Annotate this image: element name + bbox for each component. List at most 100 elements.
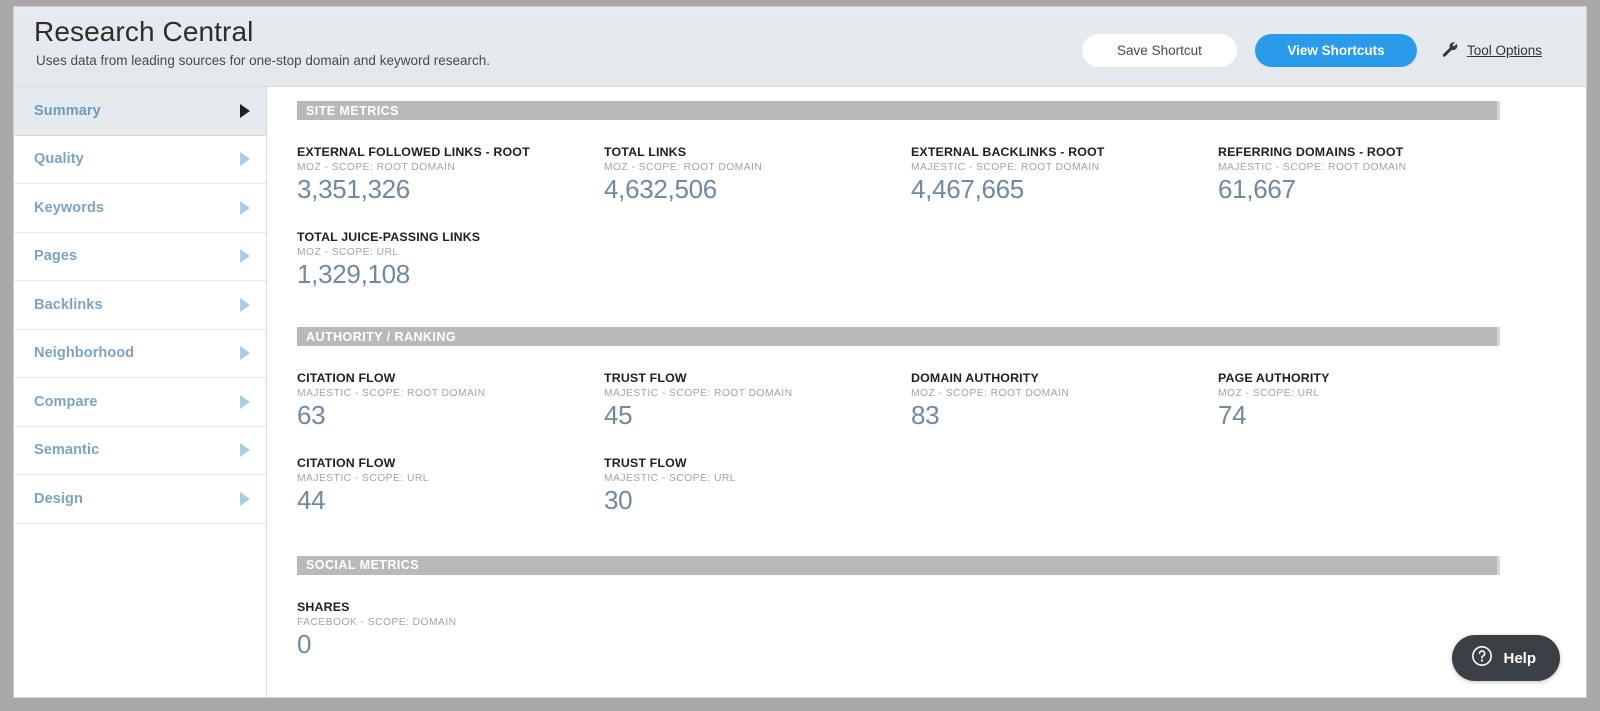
metric-card: TRUST FLOW MAJESTIC - SCOPE: URL 30 — [604, 456, 911, 516]
sidebar-item-label: Summary — [34, 103, 101, 119]
save-shortcut-button[interactable]: Save Shortcut — [1082, 34, 1237, 67]
metric-row: TOTAL JUICE-PASSING LINKS MOZ - SCOPE: U… — [297, 230, 1537, 290]
chevron-right-icon — [240, 395, 250, 409]
wrench-icon — [1441, 41, 1460, 60]
metric-source: MAJESTIC - SCOPE: ROOT DOMAIN — [297, 388, 604, 399]
metric-row: EXTERNAL FOLLOWED LINKS - ROOT MOZ - SCO… — [297, 145, 1537, 205]
tool-options-label: Tool Options — [1467, 43, 1542, 58]
metric-card: EXTERNAL FOLLOWED LINKS - ROOT MOZ - SCO… — [297, 145, 604, 205]
metric-label: PAGE AUTHORITY — [1218, 371, 1525, 385]
metric-value: 61,667 — [1218, 174, 1525, 205]
sidebar-item-label: Design — [34, 491, 83, 507]
metric-value: 45 — [604, 400, 911, 431]
view-shortcuts-button[interactable]: View Shortcuts — [1255, 34, 1417, 67]
metric-value: 0 — [297, 629, 604, 660]
metric-row: SHARES FACEBOOK - SCOPE: DOMAIN 0 — [297, 600, 1537, 660]
metric-value: 44 — [297, 485, 604, 516]
metric-source: MAJESTIC - SCOPE: ROOT DOMAIN — [911, 162, 1218, 173]
section-title: SOCIAL METRICS — [306, 558, 419, 572]
sidebar-item-compare[interactable]: Compare — [14, 378, 266, 427]
metric-label: TRUST FLOW — [604, 456, 911, 470]
metric-card: SHARES FACEBOOK - SCOPE: DOMAIN 0 — [297, 600, 604, 660]
metric-value: 1,329,108 — [297, 259, 604, 290]
metric-source: MAJESTIC - SCOPE: ROOT DOMAIN — [604, 388, 911, 399]
sidebar-item-label: Neighborhood — [34, 345, 134, 361]
chevron-right-icon — [240, 346, 250, 360]
page-header: Research Central Uses data from leading … — [14, 7, 1586, 87]
metric-source: MOZ - SCOPE: ROOT DOMAIN — [297, 162, 604, 173]
sidebar-navigation: Summary Quality Keywords Pages Backlinks… — [14, 87, 267, 697]
tool-options-link[interactable]: Tool Options — [1441, 41, 1542, 60]
metric-value: 3,351,326 — [297, 174, 604, 205]
sidebar-item-label: Semantic — [34, 442, 99, 458]
metric-card: DOMAIN AUTHORITY MOZ - SCOPE: ROOT DOMAI… — [911, 371, 1218, 431]
metric-card: TOTAL JUICE-PASSING LINKS MOZ - SCOPE: U… — [297, 230, 604, 290]
page-subtitle: Uses data from leading sources for one-s… — [36, 53, 490, 68]
sidebar-item-design[interactable]: Design — [14, 475, 266, 524]
chevron-right-icon — [240, 492, 250, 506]
chevron-right-icon — [240, 249, 250, 263]
metric-card: REFERRING DOMAINS - ROOT MAJESTIC - SCOP… — [1218, 145, 1525, 205]
metric-source: MOZ - SCOPE: URL — [297, 247, 604, 258]
sidebar-item-pages[interactable]: Pages — [14, 233, 266, 282]
question-circle-icon — [1471, 645, 1493, 672]
metric-value: 4,467,665 — [911, 174, 1218, 205]
sidebar-item-quality[interactable]: Quality — [14, 136, 266, 185]
metric-value: 63 — [297, 400, 604, 431]
sidebar-item-label: Quality — [34, 151, 84, 167]
sidebar-item-neighborhood[interactable]: Neighborhood — [14, 330, 266, 379]
sidebar-item-backlinks[interactable]: Backlinks — [14, 281, 266, 330]
metric-card: TRUST FLOW MAJESTIC - SCOPE: ROOT DOMAIN… — [604, 371, 911, 431]
metric-card: CITATION FLOW MAJESTIC - SCOPE: ROOT DOM… — [297, 371, 604, 431]
section-header-authority-ranking: AUTHORITY / RANKING — [297, 327, 1500, 346]
metric-label: TOTAL LINKS — [604, 145, 911, 159]
sidebar-item-semantic[interactable]: Semantic — [14, 427, 266, 476]
metric-source: MAJESTIC - SCOPE: URL — [604, 473, 911, 484]
metric-label: REFERRING DOMAINS - ROOT — [1218, 145, 1525, 159]
metric-source: MOZ - SCOPE: URL — [1218, 388, 1525, 399]
page-title: Research Central — [34, 16, 253, 48]
metric-label: DOMAIN AUTHORITY — [911, 371, 1218, 385]
help-button[interactable]: Help — [1452, 635, 1560, 681]
section-header-site-metrics: SITE METRICS — [297, 101, 1500, 120]
metric-label: EXTERNAL FOLLOWED LINKS - ROOT — [297, 145, 604, 159]
metric-source: MAJESTIC - SCOPE: ROOT DOMAIN — [1218, 162, 1525, 173]
chevron-right-icon — [240, 152, 250, 166]
metric-card: TOTAL LINKS MOZ - SCOPE: ROOT DOMAIN 4,6… — [604, 145, 911, 205]
metric-source: MOZ - SCOPE: ROOT DOMAIN — [911, 388, 1218, 399]
metric-value: 74 — [1218, 400, 1525, 431]
chevron-right-icon — [240, 443, 250, 457]
section-title: SITE METRICS — [306, 104, 399, 118]
chevron-right-icon — [240, 201, 250, 215]
sidebar-item-keywords[interactable]: Keywords — [14, 184, 266, 233]
metric-row: CITATION FLOW MAJESTIC - SCOPE: ROOT DOM… — [297, 371, 1537, 431]
chevron-right-icon — [240, 104, 250, 118]
metric-card: EXTERNAL BACKLINKS - ROOT MAJESTIC - SCO… — [911, 145, 1218, 205]
sidebar-item-label: Compare — [34, 394, 98, 410]
metric-label: CITATION FLOW — [297, 371, 604, 385]
sidebar-item-label: Pages — [34, 248, 77, 264]
metric-source: FACEBOOK - SCOPE: DOMAIN — [297, 617, 604, 628]
metric-value: 30 — [604, 485, 911, 516]
chevron-right-icon — [240, 298, 250, 312]
header-actions: Save Shortcut View Shortcuts Tool Option… — [1082, 34, 1542, 67]
metric-label: TRUST FLOW — [604, 371, 911, 385]
metric-source: MOZ - SCOPE: ROOT DOMAIN — [604, 162, 911, 173]
sidebar-item-label: Backlinks — [34, 297, 103, 313]
metric-card: CITATION FLOW MAJESTIC - SCOPE: URL 44 — [297, 456, 604, 516]
metric-label: EXTERNAL BACKLINKS - ROOT — [911, 145, 1218, 159]
metric-source: MAJESTIC - SCOPE: URL — [297, 473, 604, 484]
metric-value: 4,632,506 — [604, 174, 911, 205]
metric-card: PAGE AUTHORITY MOZ - SCOPE: URL 74 — [1218, 371, 1525, 431]
metrics-content: SITE METRICS EXTERNAL FOLLOWED LINKS - R… — [267, 87, 1586, 697]
body-container: Summary Quality Keywords Pages Backlinks… — [14, 87, 1586, 697]
help-label: Help — [1503, 650, 1536, 667]
metric-label: TOTAL JUICE-PASSING LINKS — [297, 230, 604, 244]
metric-value: 83 — [911, 400, 1218, 431]
section-header-social-metrics: SOCIAL METRICS — [297, 556, 1500, 575]
sidebar-item-summary[interactable]: Summary — [14, 87, 266, 136]
sidebar-item-label: Keywords — [34, 200, 104, 216]
application-window: Research Central Uses data from leading … — [13, 6, 1587, 698]
metric-row: CITATION FLOW MAJESTIC - SCOPE: URL 44 T… — [297, 456, 1537, 516]
metric-label: CITATION FLOW — [297, 456, 604, 470]
